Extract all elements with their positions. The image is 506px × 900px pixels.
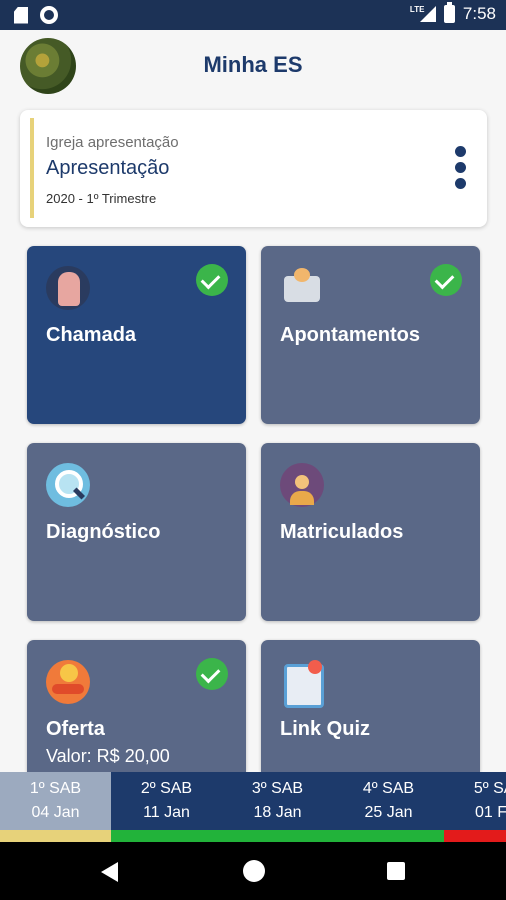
week-4[interactable]: 4º SAB 25 Jan	[333, 772, 444, 842]
week-date: 01 Fev	[475, 804, 506, 821]
check-icon	[196, 658, 228, 690]
tile-link-quiz[interactable]: Link Quiz	[261, 640, 480, 772]
tile-label: Link Quiz	[280, 718, 370, 740]
check-icon	[196, 264, 228, 296]
tile-label: Matriculados	[280, 521, 404, 543]
week-3[interactable]: 3º SAB 18 Jan	[222, 772, 333, 842]
tile-oferta[interactable]: Oferta Valor: R$ 20,00	[27, 640, 246, 772]
week-date: 11 Jan	[143, 804, 190, 821]
church-card[interactable]: Igreja apresentação Apresentação 2020 - …	[20, 110, 487, 227]
contacts-card-icon	[280, 266, 324, 310]
check-icon	[430, 264, 462, 296]
raised-hands-icon	[46, 266, 90, 310]
week-2[interactable]: 2º SAB 11 Jan	[111, 772, 222, 842]
tile-matriculados[interactable]: Matriculados	[261, 443, 480, 621]
week-5[interactable]: 5º SAB 01 Fev	[444, 772, 506, 842]
week-status-bar	[333, 830, 444, 842]
church-name: Igreja apresentação	[46, 134, 179, 151]
tile-label: Diagnóstico	[46, 521, 161, 543]
back-icon[interactable]	[101, 862, 118, 882]
week-date: 25 Jan	[364, 804, 413, 821]
offer-value: Valor: R$ 20,00	[46, 746, 170, 766]
week-label: 1º SAB	[29, 780, 82, 797]
week-status-bar	[222, 830, 333, 842]
tile-label: Apontamentos	[280, 324, 420, 346]
sync-icon	[40, 6, 58, 24]
status-bar: LTE 7:58	[0, 0, 506, 30]
week-status-bar	[444, 830, 506, 842]
church-title: Apresentação	[46, 157, 170, 179]
coin-hand-icon	[46, 660, 90, 704]
recents-icon[interactable]	[387, 862, 405, 880]
week-selector[interactable]: 1º SAB 04 Jan 2º SAB 11 Jan 3º SAB 18 Ja…	[0, 772, 506, 842]
tile-chamada[interactable]: Chamada	[27, 246, 246, 424]
quiz-icon	[280, 660, 324, 708]
battery-icon	[443, 2, 455, 23]
page-title: Minha ES	[203, 52, 303, 77]
week-label: 2º SAB	[140, 780, 193, 797]
sd-card-icon	[14, 6, 28, 24]
tile-diagnostico[interactable]: Diagnóstico	[27, 443, 246, 621]
week-status-bar	[0, 830, 111, 842]
signal-icon: LTE	[410, 4, 436, 24]
week-date: 04 Jan	[31, 804, 80, 821]
tile-apontamentos[interactable]: Apontamentos	[261, 246, 480, 424]
week-label: 5º SAB	[473, 780, 506, 797]
more-vert-icon[interactable]	[455, 146, 467, 192]
app-header: Minha ES	[0, 30, 506, 102]
week-status-bar	[111, 830, 222, 842]
people-icon	[280, 463, 324, 507]
week-label: 3º SAB	[251, 780, 304, 797]
week-1[interactable]: 1º SAB 04 Jan	[0, 772, 111, 842]
church-period: 2020 - 1º Trimestre	[46, 191, 157, 206]
accent-bar	[30, 118, 34, 218]
week-label: 4º SAB	[362, 780, 415, 797]
tile-label: Oferta	[46, 718, 105, 740]
week-date: 18 Jan	[253, 804, 302, 821]
tile-label: Chamada	[46, 324, 137, 346]
home-icon[interactable]	[243, 860, 265, 882]
clock: 7:58	[462, 4, 496, 23]
magnifier-icon	[46, 463, 90, 507]
system-nav-bar	[0, 842, 506, 900]
